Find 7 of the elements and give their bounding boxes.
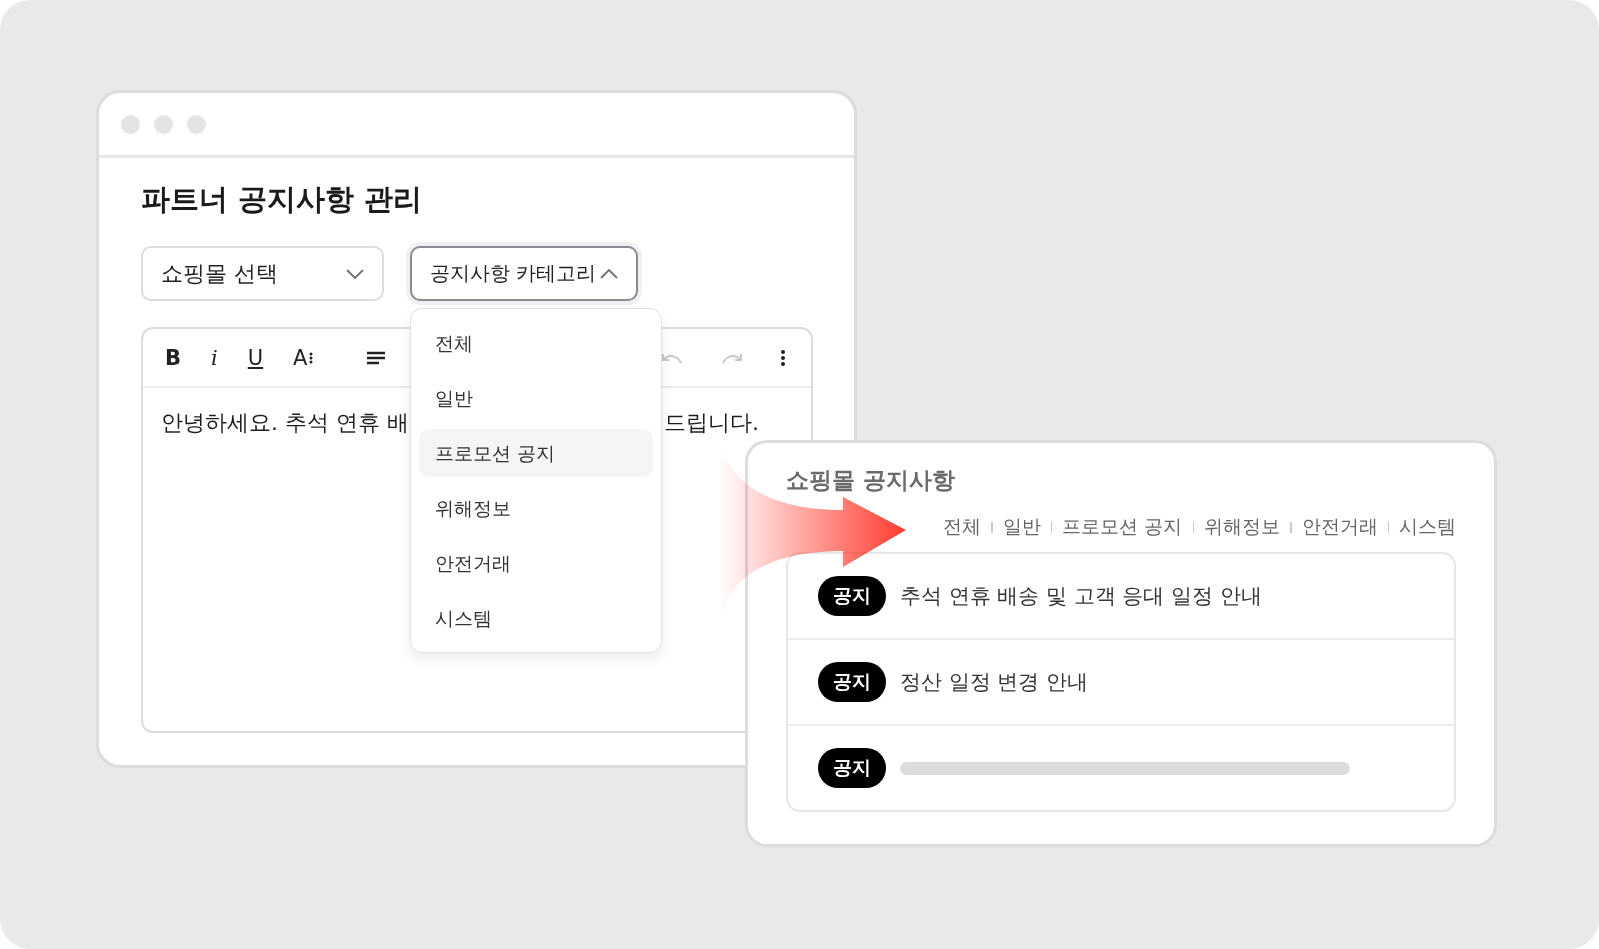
page-title: 파트너 공지사항 관리 [141,181,424,218]
notice-badge: 공지 [818,662,886,702]
editor-text: 드립니다. [664,409,759,437]
notice-badge: 공지 [818,576,886,616]
notice-badge: 공지 [818,748,886,788]
panel-title: 쇼핑몰 공지사항 [786,466,956,495]
editor-text: 안녕하세요. 추석 연휴 배 [161,409,409,437]
